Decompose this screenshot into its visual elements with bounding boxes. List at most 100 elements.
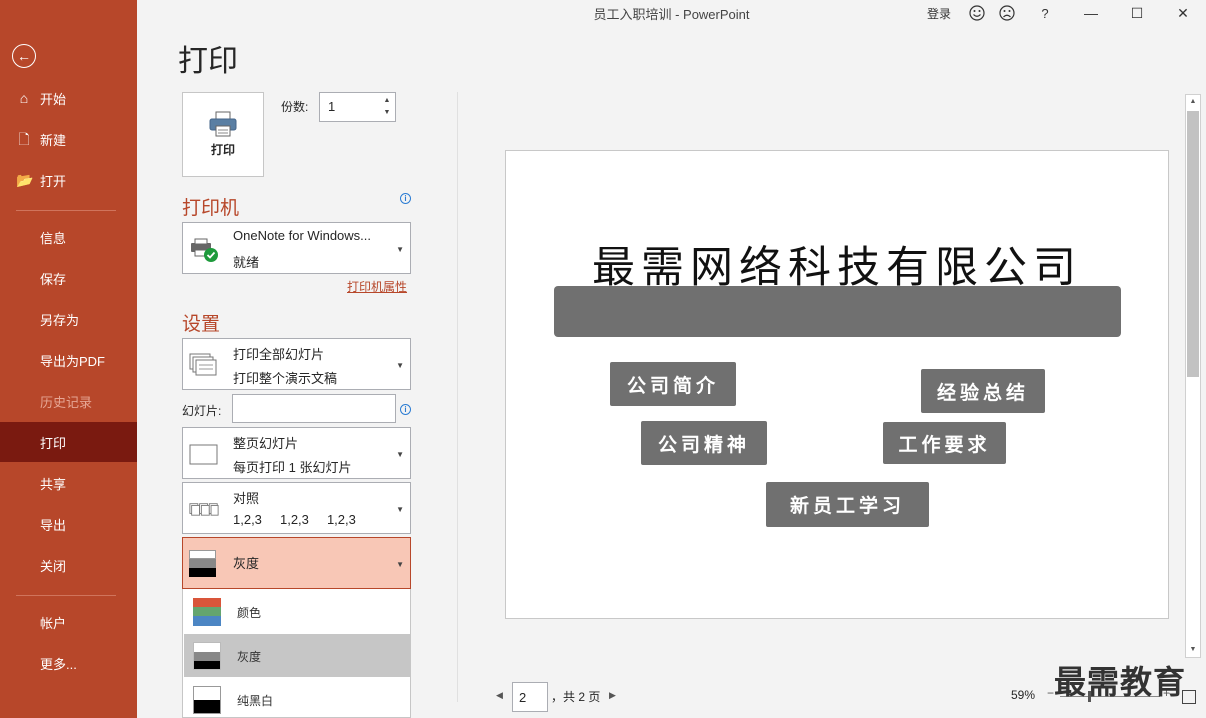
help-button[interactable]: ?: [1022, 0, 1068, 26]
layout-desc: 每页打印 1 张幻灯片: [233, 460, 352, 475]
next-page-icon[interactable]: ▶: [609, 690, 616, 701]
slide-box-company-intro: 公司简介: [610, 362, 736, 406]
zoom-level[interactable]: 59%: [1011, 688, 1035, 702]
black-white-option[interactable]: 纯黑白: [184, 678, 411, 718]
fit-to-window-icon[interactable]: [1182, 690, 1196, 704]
slide-box-work-requirements: 工作要求: [883, 422, 1006, 464]
zoom-out-icon[interactable]: −: [1047, 686, 1054, 700]
collate-dropdown[interactable]: 对照 1,2,3 1,2,3 1,2,3 ▼: [182, 482, 411, 534]
copies-value: 1: [328, 99, 336, 114]
slide-box-new-employee: 新员工学习: [766, 482, 929, 527]
open-folder-icon: 📂: [16, 172, 34, 188]
color-option-label: 颜色: [237, 606, 262, 620]
nav-history-label: 历史记录: [40, 394, 93, 410]
slide-box-company-spirit: 公司精神: [641, 421, 767, 465]
chevron-down-icon: ▼: [396, 450, 404, 459]
nav-save[interactable]: 保存: [0, 258, 137, 298]
slide-banner-bar: [554, 286, 1121, 337]
print-button-label: 打印: [210, 143, 235, 157]
collate-icon: [189, 503, 219, 516]
nav-close[interactable]: 关闭: [0, 545, 137, 585]
nav-account[interactable]: 帐户: [0, 602, 137, 642]
frown-feedback-icon[interactable]: [992, 0, 1022, 26]
close-button[interactable]: ✕: [1160, 0, 1206, 26]
copies-spin-buttons[interactable]: ▲ ▼: [381, 95, 393, 119]
preview-scrollbar[interactable]: ▲ ▼: [1185, 94, 1201, 658]
panel-divider: [457, 92, 458, 702]
minimize-button[interactable]: —: [1068, 0, 1114, 26]
page-title: 打印: [178, 44, 238, 79]
settings-heading: 设置: [182, 313, 221, 335]
grayscale-option-label: 灰度: [237, 650, 262, 664]
backstage-sidebar: ← ⌂ 开始 🗋 新建 📂 打开 信息 保存 另存为 导出为PDF 历史记录 打…: [0, 0, 137, 718]
nav-new-label: 新建: [40, 132, 67, 148]
nav-share-label: 共享: [40, 476, 67, 492]
nav-print-label: 打印: [40, 435, 67, 451]
nav-export[interactable]: 导出: [0, 504, 137, 544]
print-range-title: 打印全部幻灯片: [233, 347, 325, 362]
nav-print[interactable]: 打印: [0, 422, 137, 462]
nav-info-label: 信息: [40, 230, 67, 246]
smile-feedback-icon[interactable]: [962, 0, 992, 26]
nav-new[interactable]: 🗋 新建: [0, 119, 137, 159]
page-total: ，共 2 页: [551, 690, 601, 704]
scroll-up-icon[interactable]: ▲: [1186, 95, 1200, 109]
color-option[interactable]: 颜色: [184, 590, 411, 633]
chevron-down-icon: ▼: [396, 560, 404, 569]
nav-home[interactable]: ⌂ 开始: [0, 78, 137, 118]
print-range-dropdown[interactable]: 打印全部幻灯片 打印整个演示文稿 ▼: [182, 338, 411, 390]
nav-export-label: 导出: [40, 517, 67, 533]
layout-dropdown[interactable]: 整页幻灯片 每页打印 1 张幻灯片 ▼: [182, 427, 411, 479]
printer-ready-icon: [191, 238, 218, 262]
color-options-menu: 颜色 灰度 纯黑白: [182, 589, 411, 718]
slide-preview: 最需网络科技有限公司 公司简介 经验总结 公司精神 工作要求 新员工学习: [505, 150, 1169, 619]
chevron-down-icon: ▼: [396, 245, 404, 254]
nav-save-as-label: 另存为: [40, 312, 80, 328]
nav-home-label: 开始: [40, 91, 67, 107]
nav-save-as[interactable]: 另存为: [0, 299, 137, 339]
collate-desc: 1,2,3 1,2,3 1,2,3: [233, 512, 356, 527]
nav-more-label: 更多...: [40, 656, 77, 672]
color-dropdown[interactable]: 灰度 ▼: [182, 537, 411, 589]
grayscale-swatch-icon: [193, 642, 221, 670]
nav-more[interactable]: 更多...: [0, 643, 137, 683]
print-range-desc: 打印整个演示文稿: [233, 371, 338, 386]
info-icon[interactable]: i: [400, 193, 411, 204]
printer-status: 就绪: [233, 255, 260, 270]
print-button[interactable]: 打印: [182, 92, 264, 177]
full-page-slide-icon: [189, 444, 218, 465]
nav-share[interactable]: 共享: [0, 463, 137, 503]
chevron-down-icon: ▼: [396, 505, 404, 514]
back-arrow-icon[interactable]: ←: [12, 44, 36, 68]
layout-title: 整页幻灯片: [233, 436, 299, 451]
scroll-thumb[interactable]: [1187, 111, 1199, 377]
black-white-option-label: 纯黑白: [237, 694, 274, 708]
black-white-swatch-icon: [193, 686, 221, 714]
color-selected: 灰度: [233, 556, 260, 571]
maximize-button[interactable]: ☐: [1114, 0, 1160, 26]
slide-box-experience: 经验总结: [921, 369, 1045, 413]
nav-open[interactable]: 📂 打开: [0, 160, 137, 200]
slides-input[interactable]: [232, 394, 396, 423]
chevron-down-icon: ▼: [396, 361, 404, 370]
nav-export-pdf-label: 导出为PDF: [40, 353, 106, 369]
color-swatch-icon: [193, 598, 221, 626]
printer-dropdown[interactable]: OneNote for Windows... 就绪 ▼: [182, 222, 411, 274]
copies-stepper[interactable]: 1 ▲ ▼: [319, 92, 396, 122]
info-icon[interactable]: i: [400, 404, 411, 415]
nav-divider: [16, 595, 116, 596]
page-number-input[interactable]: 2: [512, 682, 548, 712]
nav-info[interactable]: 信息: [0, 217, 137, 257]
scroll-down-icon[interactable]: ▼: [1186, 643, 1200, 657]
grayscale-icon: [189, 550, 216, 577]
previous-page-icon[interactable]: ◀: [496, 690, 503, 701]
new-file-icon: 🗋: [18, 131, 30, 147]
grayscale-option[interactable]: 灰度: [184, 634, 411, 677]
nav-close-label: 关闭: [40, 558, 67, 574]
title-bar: 员工入职培训 - PowerPoint 登录 ? — ☐ ✕: [137, 0, 1206, 26]
nav-export-pdf[interactable]: 导出为PDF: [0, 340, 137, 380]
nav-divider: [16, 210, 116, 211]
printer-properties-link[interactable]: 打印机属性: [347, 278, 407, 295]
nav-history[interactable]: 历史记录: [0, 381, 137, 421]
signin-button[interactable]: 登录: [916, 0, 962, 26]
